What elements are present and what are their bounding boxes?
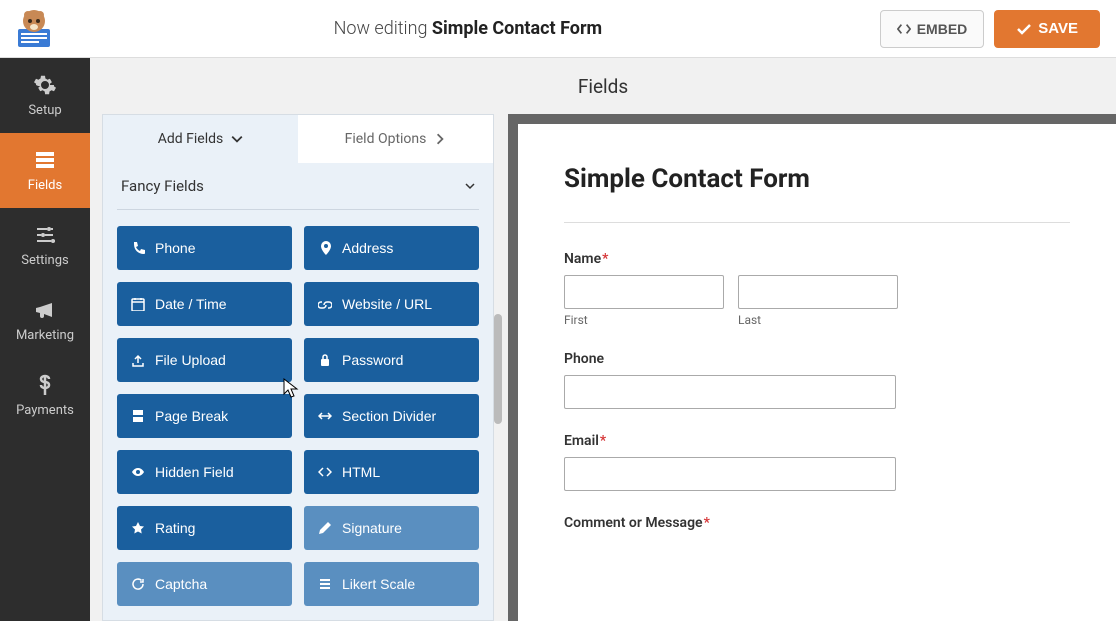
code-icon bbox=[318, 465, 332, 479]
calendar-icon bbox=[131, 297, 145, 311]
tab-field-options[interactable]: Field Options bbox=[298, 115, 493, 163]
input-phone[interactable] bbox=[564, 375, 896, 409]
field-btn-website-url[interactable]: Website / URL bbox=[304, 282, 479, 326]
chevron-right-icon bbox=[434, 133, 446, 145]
section-title: Fields bbox=[90, 58, 1116, 114]
pin-icon bbox=[318, 241, 332, 255]
sublabel-first: First bbox=[564, 313, 724, 327]
pagebreak-icon bbox=[131, 409, 145, 423]
pencil-icon bbox=[318, 521, 332, 535]
eye-icon bbox=[131, 465, 145, 479]
check-icon bbox=[1016, 21, 1032, 37]
star-icon bbox=[131, 521, 145, 535]
input-email[interactable] bbox=[564, 457, 896, 491]
field-btn-page-break[interactable]: Page Break bbox=[117, 394, 292, 438]
field-comment[interactable]: Comment or Message* bbox=[564, 515, 1070, 531]
field-phone[interactable]: Phone bbox=[564, 351, 1070, 409]
phone-icon bbox=[131, 241, 145, 255]
panel-tabs: Add Fields Field Options bbox=[103, 115, 493, 163]
input-last-name[interactable] bbox=[738, 275, 898, 309]
gear-icon bbox=[33, 73, 57, 97]
input-first-name[interactable] bbox=[564, 275, 724, 309]
nav-setup[interactable]: Setup bbox=[0, 58, 90, 133]
tab-add-fields[interactable]: Add Fields bbox=[103, 115, 298, 163]
form-icon bbox=[33, 148, 57, 172]
editing-title: Now editing Simple Contact Form bbox=[56, 18, 880, 39]
form-preview: Simple Contact Form Name* First Last Pho… bbox=[518, 124, 1116, 621]
bullhorn-icon bbox=[33, 298, 57, 322]
preview-form-title: Simple Contact Form bbox=[564, 164, 1070, 194]
save-button[interactable]: SAVE bbox=[994, 10, 1100, 48]
sublabel-last: Last bbox=[738, 313, 898, 327]
field-btn-section-divider[interactable]: Section Divider bbox=[304, 394, 479, 438]
nav-payments[interactable]: Payments bbox=[0, 358, 90, 433]
field-btn-likert-scale[interactable]: Likert Scale bbox=[304, 562, 479, 606]
divider-icon bbox=[318, 409, 332, 423]
field-btn-file-upload[interactable]: File Upload bbox=[117, 338, 292, 382]
field-btn-date-time[interactable]: Date / Time bbox=[117, 282, 292, 326]
group-fancy-fields[interactable]: Fancy Fields bbox=[103, 163, 493, 209]
label-name: Name* bbox=[564, 251, 1070, 267]
link-icon bbox=[318, 297, 332, 311]
field-grid: Phone Address Date / Time Website / URL File… bbox=[103, 226, 493, 621]
field-btn-address[interactable]: Address bbox=[304, 226, 479, 270]
code-icon bbox=[897, 22, 911, 36]
upload-icon bbox=[131, 353, 145, 367]
fields-panel: Add Fields Field Options Fancy Fields Ph… bbox=[102, 114, 494, 621]
dollar-icon bbox=[33, 373, 57, 397]
field-btn-html[interactable]: HTML bbox=[304, 450, 479, 494]
field-btn-password[interactable]: Password bbox=[304, 338, 479, 382]
list-icon bbox=[318, 577, 332, 591]
nav-settings[interactable]: Settings bbox=[0, 208, 90, 283]
field-btn-rating[interactable]: Rating bbox=[117, 506, 292, 550]
chevron-down-icon bbox=[465, 181, 475, 191]
label-comment: Comment or Message* bbox=[564, 515, 1070, 531]
header-actions: EMBED SAVE bbox=[880, 10, 1100, 48]
top-header: Now editing Simple Contact Form EMBED SA… bbox=[0, 0, 1116, 58]
sliders-icon bbox=[33, 223, 57, 247]
divider bbox=[117, 209, 479, 210]
lock-icon bbox=[318, 353, 332, 367]
nav-fields[interactable]: Fields bbox=[0, 133, 90, 208]
editing-prefix: Now editing bbox=[334, 18, 432, 39]
field-email[interactable]: Email* bbox=[564, 433, 1070, 491]
label-phone: Phone bbox=[564, 351, 1070, 367]
panel-scrollbar[interactable] bbox=[494, 114, 504, 614]
field-btn-phone[interactable]: Phone bbox=[117, 226, 292, 270]
app-logo bbox=[12, 7, 56, 51]
divider bbox=[564, 222, 1070, 223]
main-area: Fields Add Fields Field Options Fancy Fi… bbox=[90, 58, 1116, 621]
field-btn-captcha[interactable]: Captcha bbox=[117, 562, 292, 606]
field-name[interactable]: Name* First Last bbox=[564, 251, 1070, 327]
refresh-icon bbox=[131, 577, 145, 591]
sidebar-nav: Setup Fields Settings Marketing Payments bbox=[0, 58, 90, 621]
label-email: Email* bbox=[564, 433, 1070, 449]
scroll-thumb[interactable] bbox=[494, 314, 502, 424]
field-btn-hidden-field[interactable]: Hidden Field bbox=[117, 450, 292, 494]
chevron-down-icon bbox=[231, 133, 243, 145]
nav-marketing[interactable]: Marketing bbox=[0, 283, 90, 358]
embed-button[interactable]: EMBED bbox=[880, 10, 985, 48]
form-name: Simple Contact Form bbox=[432, 18, 602, 39]
field-btn-signature[interactable]: Signature bbox=[304, 506, 479, 550]
form-preview-wrapper: Simple Contact Form Name* First Last Pho… bbox=[508, 114, 1116, 621]
